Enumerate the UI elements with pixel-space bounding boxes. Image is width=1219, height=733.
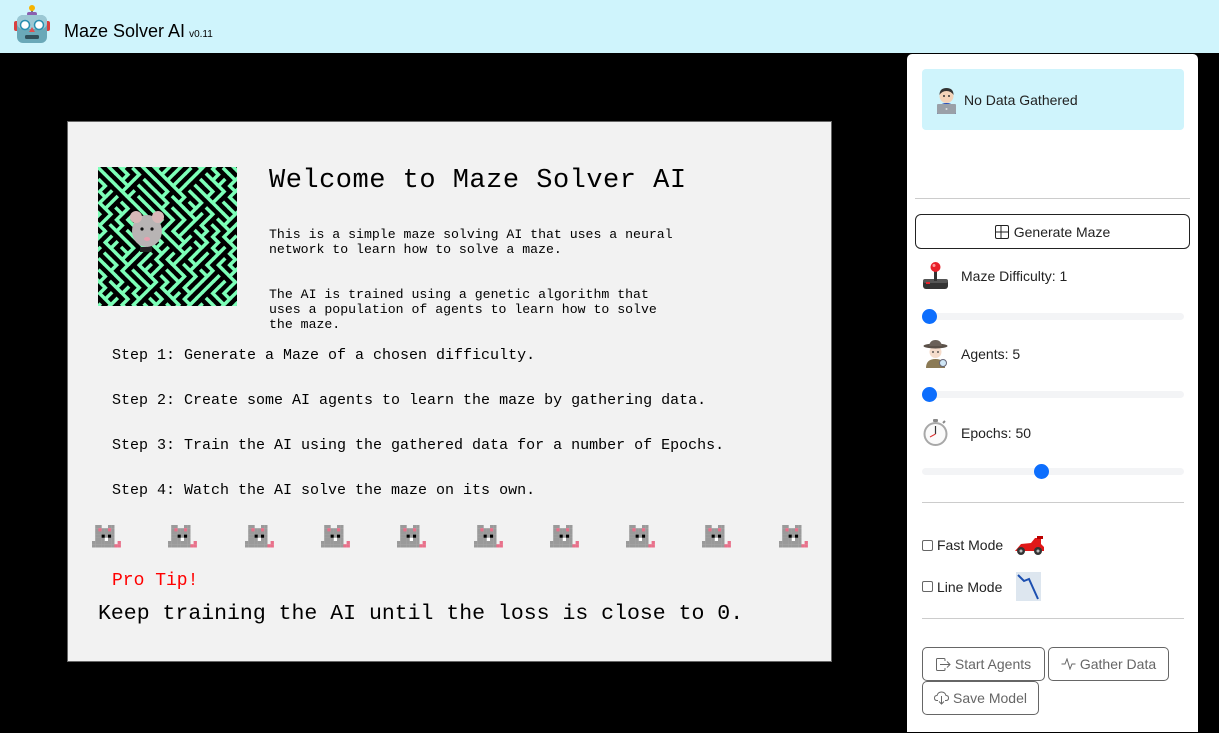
pro-tip-label: Pro Tip! — [112, 571, 199, 591]
mouse-sprite-icon — [702, 525, 732, 548]
joystick-icon — [923, 262, 948, 289]
app-title-text: Maze Solver AI — [64, 21, 186, 41]
save-model-label: Save Model — [953, 690, 1027, 706]
cloud-download-icon — [934, 691, 950, 705]
line-mode-toggle[interactable]: Line Mode — [922, 572, 1042, 601]
chart-decreasing-icon — [1016, 572, 1042, 601]
slider-thumb[interactable] — [922, 387, 937, 402]
step-item: Step 1: Generate a Maze of a chosen diff… — [112, 347, 536, 364]
fast-mode-toggle[interactable]: Fast Mode — [922, 534, 1045, 556]
status-alert: No Data Gathered — [922, 69, 1184, 130]
mouse-sprite-icon — [320, 525, 350, 548]
line-mode-checkbox[interactable] — [922, 581, 933, 592]
fast-mode-checkbox[interactable] — [922, 539, 933, 551]
steps-list: Step 1: Generate a Maze of a chosen diff… — [112, 346, 724, 526]
robot-face-icon — [14, 5, 50, 43]
welcome-card: Welcome to Maze Solver AI This is a simp… — [67, 121, 832, 662]
maze-difficulty-text: Maze Difficulty: 1 — [961, 267, 1068, 284]
app-version: v0.11 — [189, 29, 213, 40]
detective-icon — [923, 340, 948, 368]
agents-label: Agents: 5 — [922, 339, 1020, 368]
mouse-sprite-icon — [244, 525, 274, 548]
generate-maze-label: Generate Maze — [1013, 223, 1111, 240]
racing-car-icon — [1015, 536, 1045, 555]
maze-difficulty-slider[interactable] — [922, 309, 1184, 324]
mouse-sprite-icon — [397, 525, 427, 548]
fast-mode-label: Fast Mode — [937, 537, 1004, 553]
gather-data-button[interactable]: Gather Data — [1048, 647, 1169, 681]
app-title: Maze Solver AI v0.11 — [64, 21, 213, 42]
activity-icon — [1061, 658, 1076, 670]
epochs-slider[interactable] — [922, 464, 1184, 479]
epochs-label: Epochs: 50 — [922, 418, 1031, 447]
grid-icon — [994, 224, 1009, 239]
stopwatch-icon — [923, 419, 948, 446]
agents-slider[interactable] — [922, 387, 1184, 402]
mouse-sprite-icon — [549, 525, 579, 548]
intro-paragraph: This is a simple maze solving AI that us… — [269, 227, 673, 257]
step-item: Step 2: Create some AI agents to learn t… — [112, 392, 707, 409]
slider-thumb[interactable] — [922, 309, 937, 324]
mouse-sprite-icon — [473, 525, 503, 548]
gather-data-label: Gather Data — [1079, 656, 1157, 672]
box-arrow-right-icon — [935, 657, 951, 671]
welcome-title: Welcome to Maze Solver AI — [269, 166, 687, 196]
navbar: Maze Solver AI v0.11 — [0, 0, 1219, 53]
intro-paragraph: The AI is trained using a genetic algori… — [269, 287, 657, 332]
line-mode-label: Line Mode — [937, 578, 1003, 595]
step-item: Step 3: Train the AI using the gathered … — [112, 437, 725, 454]
start-agents-label: Start Agents — [954, 656, 1032, 672]
technologist-icon — [937, 87, 956, 114]
generate-maze-button[interactable]: Generate Maze — [915, 214, 1190, 249]
pro-tip-text: Keep training the AI until the loss is c… — [98, 602, 744, 626]
step-item: Step 4: Watch the AI solve the maze on i… — [112, 482, 536, 499]
mouse-sprite-icon — [168, 525, 198, 548]
mice-row — [92, 525, 812, 557]
status-text: No Data Gathered — [964, 91, 1078, 108]
mouse-sprite-icon — [778, 525, 808, 548]
mouse-sprite-icon — [92, 525, 121, 548]
save-model-button[interactable]: Save Model — [922, 681, 1039, 715]
divider — [922, 502, 1184, 503]
epochs-text: Epochs: 50 — [961, 424, 1032, 441]
divider — [922, 618, 1184, 619]
start-agents-button[interactable]: Start Agents — [922, 647, 1045, 681]
mouse-sprite-icon — [626, 525, 655, 548]
maze-illustration — [98, 167, 237, 306]
intro-text: This is a simple maze solving AI that us… — [269, 212, 729, 362]
divider — [915, 198, 1190, 199]
agents-text: Agents: 5 — [961, 345, 1021, 362]
maze-with-mouse-image — [98, 167, 237, 306]
control-panel: No Data Gathered Generate Maze Maze Diff… — [906, 53, 1199, 733]
slider-thumb[interactable] — [1033, 464, 1049, 479]
maze-difficulty-label: Maze Difficulty: 1 — [922, 261, 1067, 290]
